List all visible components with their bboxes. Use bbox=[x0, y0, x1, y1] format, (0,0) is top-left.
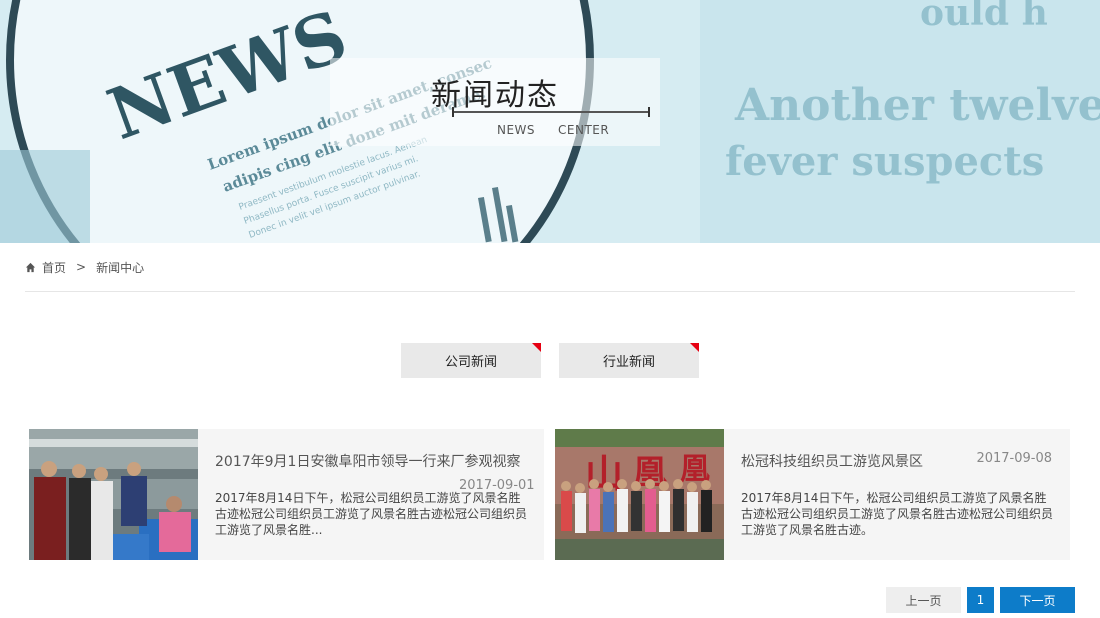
news-title[interactable]: 松冠科技组织员工游览风景区 bbox=[741, 451, 923, 471]
page-number-current[interactable]: 1 bbox=[967, 587, 994, 613]
news-summary: 2017年8月14日下午，松冠公司组织员工游览了风景名胜古迹松冠公司组织员工游览… bbox=[215, 491, 527, 537]
news-thumbnail-factory-visit[interactable] bbox=[29, 429, 198, 560]
next-page-button[interactable]: 下一页 bbox=[1000, 587, 1075, 613]
home-icon bbox=[25, 262, 36, 272]
news-banner: NEWS Lorem ipsum dolor sit amet, consec … bbox=[0, 0, 1100, 243]
breadcrumb-divider bbox=[25, 291, 1075, 292]
breadcrumb-current: 新闻中心 bbox=[96, 260, 145, 275]
banner-subtitle-news: NEWS bbox=[497, 123, 536, 137]
news-summary: 2017年8月14日下午，松冠公司组织员工游览了风景名胜古迹松冠公司组织员工游览… bbox=[741, 491, 1053, 537]
banner-caption: 新闻动态 NEWS CENTER bbox=[330, 58, 660, 146]
news-date: 2017-09-08 bbox=[976, 451, 1052, 466]
banner-divider bbox=[452, 107, 650, 117]
svg-text:fever suspects: fever suspects bbox=[725, 138, 1044, 185]
news-card[interactable]: 山 凰 凰 松冠科技组织员工游览风景区 2017-09-08 2017年8月14… bbox=[555, 429, 1070, 560]
news-category-tabs: 公司新闻 行业新闻 bbox=[401, 343, 699, 378]
breadcrumb-home-link[interactable]: 首页 bbox=[42, 259, 66, 276]
news-card-body: 松冠科技组织员工游览风景区 2017-09-08 2017年8月14日下午，松冠… bbox=[724, 429, 1070, 560]
svg-text:ould h: ould h bbox=[920, 0, 1048, 34]
tab-company-news[interactable]: 公司新闻 bbox=[401, 343, 541, 378]
banner-title: 新闻动态 bbox=[431, 78, 559, 113]
news-card-body: 2017年9月1日安徽阜阳市领导一行来厂参观视察 2017-09-01 2017… bbox=[198, 429, 544, 560]
svg-text:Another twelve: Another twelve bbox=[734, 80, 1100, 131]
banner-subtitle-center: CENTER bbox=[558, 123, 610, 137]
news-title[interactable]: 2017年9月1日安徽阜阳市领导一行来厂参观视察 bbox=[215, 451, 520, 471]
pagination: 上一页 1 下一页 bbox=[886, 587, 1075, 613]
prev-page-button[interactable]: 上一页 bbox=[886, 587, 961, 613]
tab-industry-news[interactable]: 行业新闻 bbox=[559, 343, 699, 378]
breadcrumb-separator: > bbox=[76, 260, 87, 274]
news-card[interactable]: 2017年9月1日安徽阜阳市领导一行来厂参观视察 2017-09-01 2017… bbox=[29, 429, 544, 560]
news-thumbnail-scenic-tour[interactable]: 山 凰 凰 bbox=[555, 429, 724, 560]
breadcrumb: 首页 > 新闻中心 bbox=[25, 258, 144, 276]
